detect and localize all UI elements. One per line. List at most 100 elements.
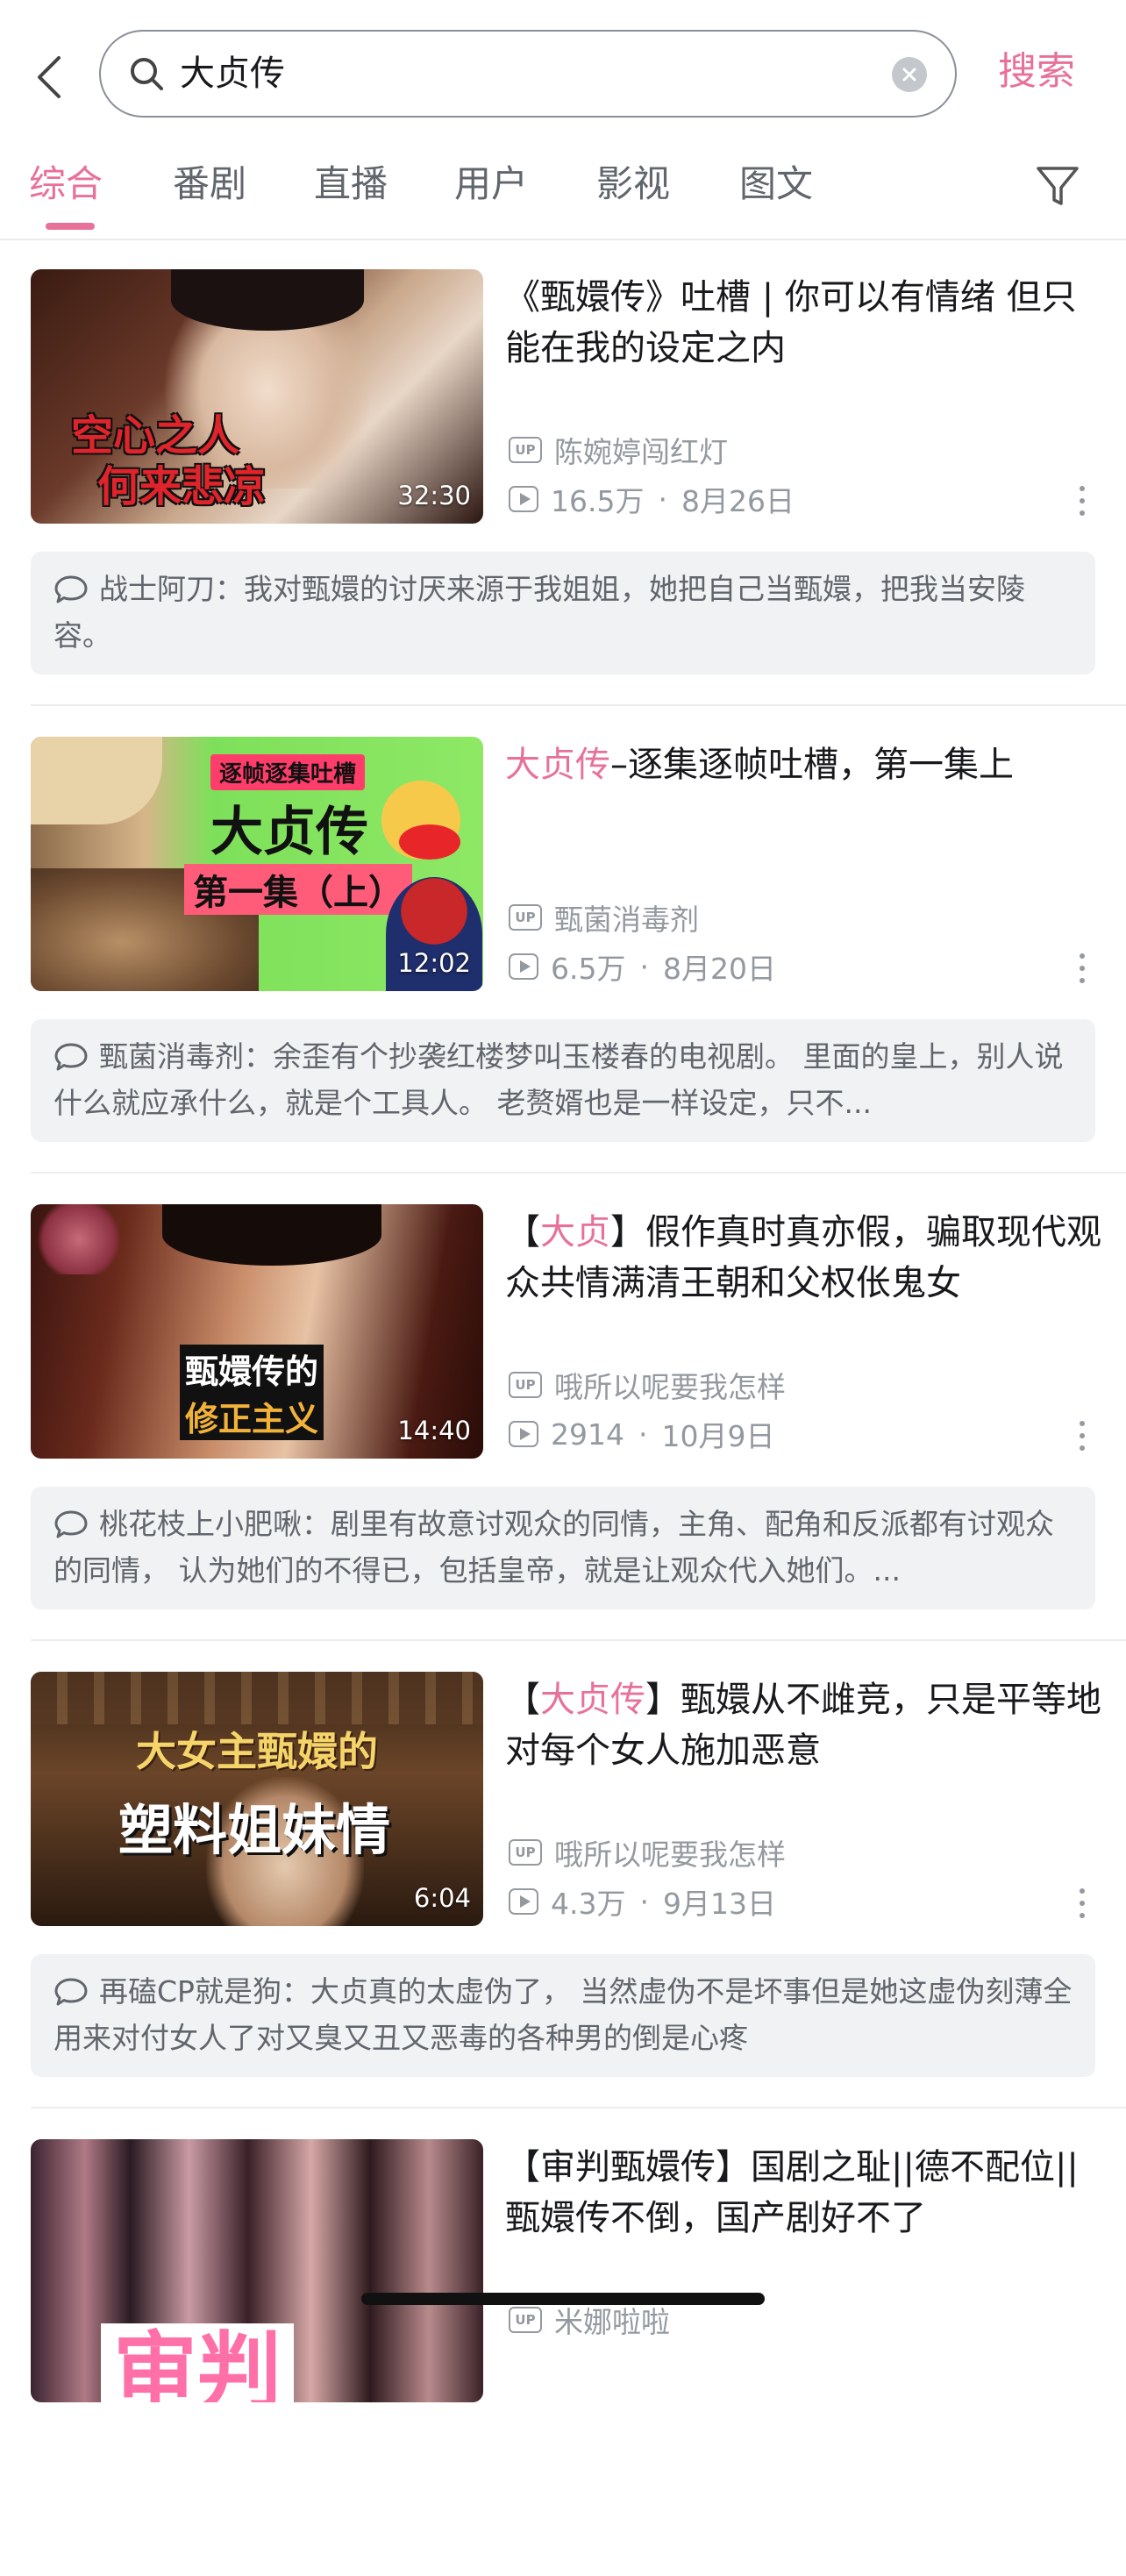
back-button[interactable]: [30, 51, 68, 103]
uploader-name: 哦所以呢要我怎样: [554, 1370, 786, 1404]
publish-date: 8月20日: [662, 952, 776, 986]
play-count-icon: [509, 486, 538, 512]
uploader-row[interactable]: UP 甄菌消毒剂: [509, 899, 699, 937]
video-thumbnail[interactable]: 审判: [31, 2139, 483, 2402]
title-highlight: 大贞: [540, 1212, 610, 1252]
title-highlight: 大贞传: [505, 745, 610, 785]
comment-bubble-icon: [54, 1978, 88, 2006]
more-options-icon[interactable]: [1077, 1421, 1087, 1456]
chevron-left-icon: [38, 56, 61, 98]
tab-users[interactable]: 用户: [454, 160, 528, 209]
tab-articles[interactable]: 图文: [739, 160, 813, 209]
video-result-card[interactable]: 审判 【审判甄嬛传】国剧之耻||德不配位||甄嬛传不倒，国产剧好不了 UP 米娜…: [0, 2109, 1126, 2576]
uploader-name: 米娜啦啦: [554, 2305, 670, 2339]
uploader-name: 甄菌消毒剂: [554, 903, 699, 937]
more-options-icon[interactable]: [1077, 486, 1087, 521]
comment-bubble-icon: [54, 575, 88, 603]
up-badge-icon: UP: [509, 904, 542, 931]
tab-bangumi[interactable]: 番剧: [173, 160, 246, 209]
thumbnail-caption: 何来悲凉: [97, 462, 267, 511]
title-text: 【审判甄嬛传】国剧之耻||德不配位||甄嬛传不倒，国产剧好不了: [505, 2147, 1079, 2238]
up-badge-icon: UP: [509, 1372, 542, 1398]
top-comment[interactable]: 甄菌消毒剂：余歪有个抄袭红楼梦叫玉楼春的电视剧。 里面的皇上，别人说什么就应承什…: [31, 1019, 1095, 1142]
comment-text: 桃花枝上小肥啾：剧里有故意讨观众的同情，主角、配角和反派都有讨观众的同情， 认为…: [53, 1507, 1054, 1588]
view-count: 4.3万: [551, 1887, 626, 1921]
filter-icon[interactable]: [1033, 161, 1082, 211]
search-header: 搜索: [0, 0, 1126, 140]
video-stats: 2914 · 10月9日: [509, 1416, 775, 1453]
up-badge-icon: UP: [509, 1839, 542, 1866]
uploader-row[interactable]: UP 哦所以呢要我怎样: [509, 1834, 786, 1872]
view-count: 2914: [551, 1416, 624, 1452]
video-thumbnail[interactable]: 逐帧逐集吐槽 大贞传 第一集（上） 12:02: [31, 737, 483, 991]
title-text: 【: [505, 1680, 540, 1720]
more-options-icon[interactable]: [1077, 1888, 1087, 1923]
video-result-card[interactable]: 空心之人 何来悲凉 32:30 《甄嬛传》吐槽 | 你可以有情绪 但只能在我的设…: [0, 239, 1126, 706]
up-badge-icon: UP: [509, 2307, 542, 2333]
video-stats: 16.5万 · 8月26日: [509, 481, 795, 518]
search-button[interactable]: 搜索: [998, 46, 1075, 98]
video-stats: 4.3万 · 9月13日: [509, 1883, 776, 1921]
video-title[interactable]: 【审判甄嬛传】国剧之耻||德不配位||甄嬛传不倒，国产剧好不了: [505, 2142, 1101, 2244]
comment-bubble-icon: [54, 1510, 88, 1538]
title-text: 【: [505, 1212, 540, 1252]
view-count: 16.5万: [551, 484, 645, 518]
uploader-row[interactable]: UP 哦所以呢要我怎样: [509, 1366, 786, 1404]
comment-text: 甄菌消毒剂：余歪有个抄袭红楼梦叫玉楼春的电视剧。 里面的皇上，别人说什么就应承什…: [53, 1039, 1064, 1120]
video-duration: 6:04: [413, 1883, 471, 1913]
play-count-icon: [509, 953, 538, 980]
active-tab-indicator: [46, 223, 95, 230]
play-count-icon: [509, 1421, 538, 1447]
close-icon: [902, 68, 916, 82]
tab-live[interactable]: 直播: [314, 160, 388, 209]
video-duration: 12:02: [397, 948, 471, 978]
video-duration: 32:30: [397, 481, 471, 510]
thumbnail-caption: 逐帧逐集吐槽: [210, 754, 366, 790]
more-options-icon[interactable]: [1077, 953, 1087, 988]
video-thumbnail[interactable]: 甄嬛传的 修正主义 14:40: [31, 1204, 483, 1459]
uploader-row[interactable]: UP 米娜啦啦: [509, 2301, 670, 2339]
video-title[interactable]: 《甄嬛传》吐槽 | 你可以有情绪 但只能在我的设定之内: [505, 272, 1101, 374]
thumbnail-caption: 大贞传: [210, 802, 368, 863]
publish-date: 10月9日: [661, 1419, 775, 1453]
publish-date: 9月13日: [662, 1887, 776, 1921]
video-title[interactable]: 大贞传–逐集逐帧吐槽，第一集上: [505, 739, 1101, 790]
top-comment[interactable]: 桃花枝上小肥啾：剧里有故意讨观众的同情，主角、配角和反派都有讨观众的同情， 认为…: [31, 1487, 1095, 1609]
thumbnail-caption: 修正主义: [180, 1392, 324, 1440]
top-comment[interactable]: 战士阿刀：我对甄嬛的讨厌来源于我姐姐，她把自己当甄嬛，把我当安陵容。: [31, 552, 1095, 674]
video-result-card[interactable]: 大女主甄嬛的 塑料姐妹情 6:04 【大贞传】甄嬛从不雌竞，只是平等地对每个女人…: [0, 1641, 1126, 2109]
uploader-name: 陈婉婷闯红灯: [554, 435, 728, 469]
play-count-icon: [509, 1888, 538, 1915]
video-thumbnail[interactable]: 空心之人 何来悲凉 32:30: [31, 269, 483, 524]
video-duration: 14:40: [397, 1416, 471, 1445]
thumbnail-caption: 塑料姐妹情: [118, 1798, 391, 1862]
video-title[interactable]: 【大贞传】甄嬛从不雌竞，只是平等地对每个女人施加恶意: [505, 1674, 1101, 1776]
up-badge-icon: UP: [509, 437, 542, 463]
clear-search-button[interactable]: [892, 57, 927, 92]
thumbnail-caption: 大女主甄嬛的: [136, 1728, 378, 1775]
comment-bubble-icon: [54, 1043, 88, 1071]
thumbnail-caption: 第一集（上）: [184, 864, 412, 915]
view-count: 6.5万: [551, 952, 626, 986]
search-input-box[interactable]: [99, 30, 957, 118]
title-text: 《甄嬛传》吐槽 | 你可以有情绪 但只能在我的设定之内: [505, 277, 1077, 368]
comment-text: 再磕CP就是狗：大贞真的太虚伪了， 当然虚伪不是坏事但是她这虚伪刻薄全用来对付女…: [53, 1974, 1073, 2055]
publish-date: 8月26日: [681, 484, 795, 518]
thumbnail-caption: 甄嬛传的: [180, 1345, 324, 1393]
comment-text: 战士阿刀：我对甄嬛的讨厌来源于我姐姐，她把自己当甄嬛，把我当安陵容。: [53, 572, 1025, 653]
video-title[interactable]: 【大贞】假作真时真亦假，骗取现代观众共情满清王朝和父权伥鬼女: [505, 1207, 1101, 1309]
title-text: –逐集逐帧吐槽，第一集上: [610, 745, 1014, 785]
home-indicator: [361, 2293, 765, 2305]
video-stats: 6.5万 · 8月20日: [509, 948, 776, 986]
video-result-card[interactable]: 甄嬛传的 修正主义 14:40 【大贞】假作真时真亦假，骗取现代观众共情满清王朝…: [0, 1174, 1126, 1641]
video-thumbnail[interactable]: 大女主甄嬛的 塑料姐妹情 6:04: [31, 1672, 483, 1926]
tab-general[interactable]: 综合: [29, 160, 103, 209]
tab-film-tv[interactable]: 影视: [596, 160, 670, 209]
title-highlight: 大贞传: [540, 1680, 645, 1720]
uploader-name: 哦所以呢要我怎样: [554, 1837, 786, 1872]
video-result-card[interactable]: 逐帧逐集吐槽 大贞传 第一集（上） 12:02 大贞传–逐集逐帧吐槽，第一集上 …: [0, 706, 1126, 1174]
search-input[interactable]: [180, 47, 864, 100]
top-comment[interactable]: 再磕CP就是狗：大贞真的太虚伪了， 当然虚伪不是坏事但是她这虚伪刻薄全用来对付女…: [31, 1954, 1095, 2077]
search-icon: [131, 58, 163, 90]
uploader-row[interactable]: UP 陈婉婷闯红灯: [509, 432, 728, 469]
